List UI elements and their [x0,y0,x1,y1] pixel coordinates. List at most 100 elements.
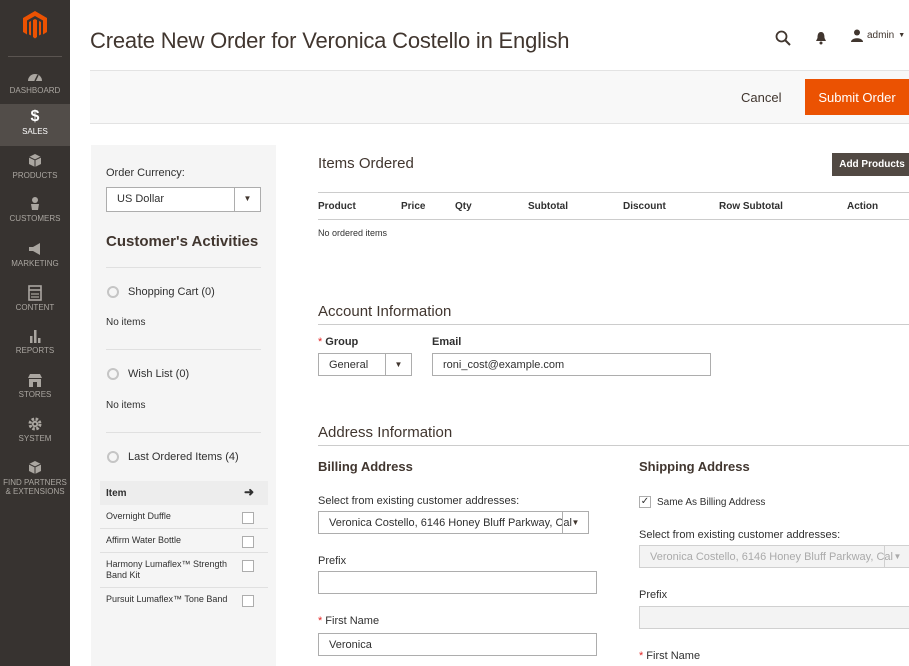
items-ordered-title: Items Ordered [318,155,414,172]
sidebar-item-reports[interactable]: REPORTS [0,328,70,358]
cancel-button[interactable]: Cancel [735,86,787,109]
item-name: Pursuit Lumaflex™ Tone Band [106,594,228,604]
address-information-title: Address Information [318,424,453,441]
same-as-billing-row: ✓ Same As Billing Address [639,496,765,508]
sidebar-divider [8,56,62,57]
add-item-checkbox[interactable] [242,560,254,572]
search-icon[interactable] [775,30,791,46]
sidebar-item-customers[interactable]: CUSTOMERS [0,196,70,226]
shopping-cart-empty: No items [106,317,146,328]
chevron-down-icon: ▼ [884,546,909,567]
shipping-address-title: Shipping Address [639,459,750,474]
add-item-checkbox[interactable] [242,536,254,548]
sidebar-item-marketing[interactable]: MARKETING [0,241,70,271]
last-ordered-items-table: Item ➜ Overnight Duffle Affirm Water Bot… [100,481,268,611]
megaphone-icon [29,243,40,255]
column-header-qty: Qty [455,201,472,212]
shipping-first-name-label: * First Name [639,650,700,662]
email-field[interactable]: roni_cost@example.com [432,353,711,376]
sidebar-item-label: CUSTOMERS [9,214,61,223]
refresh-icon[interactable] [106,285,120,299]
shipping-prefix-label: Prefix [639,589,668,601]
shopping-cart-label: Shopping Cart (0) [128,286,215,298]
box-icon [28,461,42,474]
billing-first-name-field[interactable]: Veronica [318,633,597,656]
shopping-cart-header: Shopping Cart (0) [106,285,215,299]
last-ordered-header: Last Ordered Items (4) [106,450,239,464]
sidebar-item-products[interactable]: PRODUCTS [0,153,70,183]
chevron-down-icon: ▼ [385,354,411,375]
sidebar-item-label: SYSTEM [18,434,52,443]
add-products-button[interactable]: Add Products [832,153,909,176]
sidebar-item-content[interactable]: CONTENT [0,285,70,315]
group-label: * Group [318,336,358,348]
shipping-address-select[interactable]: Veronica Costello, 6146 Honey Bluff Park… [639,545,909,568]
sidebar-item-label: FIND PARTNERS & EXTENSIONS [3,478,67,496]
same-as-billing-checkbox[interactable]: ✓ [639,496,651,508]
wish-list-label: Wish List (0) [128,368,190,380]
order-currency-select[interactable]: US Dollar ▼ [106,187,261,212]
divider [106,432,261,433]
items-ordered-table: Product Price Qty Subtotal Discount Row … [318,192,909,238]
item-name: Overnight Duffle [106,511,171,521]
sidebar-item-stores[interactable]: STORES [0,372,70,402]
person-icon [31,197,39,210]
layout-icon [28,285,42,301]
user-menu[interactable]: admin ▼ [851,29,905,42]
sidebar-item-sales[interactable]: $ SALES [0,104,70,146]
shipping-first-name-label-text: First Name [646,650,701,662]
order-currency-label: Order Currency: [106,167,185,179]
required-marker: * [318,336,323,348]
magento-logo-icon[interactable] [22,10,48,40]
wish-list-header: Wish List (0) [106,367,189,381]
billing-select-label: Select from existing customer addresses: [318,495,520,507]
column-header-price: Price [401,201,426,212]
admin-sidebar: DASHBOARD $ SALES PRODUCTS CUSTOMERS MAR… [0,0,70,666]
same-as-billing-label: Same As Billing Address [657,496,766,508]
billing-address-value: Veronica Costello, 6146 Honey Bluff Park… [329,517,572,529]
billing-prefix-label: Prefix [318,555,347,567]
refresh-icon[interactable] [106,450,120,464]
last-ordered-label: Last Ordered Items (4) [128,451,239,463]
billing-address-select[interactable]: Veronica Costello, 6146 Honey Bluff Park… [318,511,589,534]
sidebar-item-dashboard[interactable]: DASHBOARD [0,68,70,98]
shipping-address-value: Veronica Costello, 6146 Honey Bluff Park… [650,551,893,563]
column-header-product: Product [318,201,356,212]
group-label-text: Group [325,336,359,348]
sidebar-item-label: STORES [18,390,52,399]
bar-chart-icon [30,330,41,343]
user-icon [851,29,863,42]
chevron-down-icon: ▼ [898,32,906,39]
column-header-discount: Discount [623,201,666,212]
item-name: Harmony Lumaflex™ Strength Band Kit [106,559,228,580]
customer-activities-panel: Order Currency: US Dollar ▼ Customer's A… [91,145,276,666]
item-name: Affirm Water Bottle [106,535,182,545]
table-header: Item ➜ [100,481,268,505]
refresh-icon[interactable] [106,367,120,381]
column-header-action: Action [847,201,879,212]
bell-icon[interactable] [815,31,827,45]
sidebar-item-find-partners[interactable]: FIND PARTNERS & EXTENSIONS [0,460,70,500]
billing-prefix-field[interactable] [318,571,597,594]
dashboard-icon [28,74,42,82]
add-item-checkbox[interactable] [242,512,254,524]
sidebar-item-label: DASHBOARD [9,86,61,95]
table-row: Harmony Lumaflex™ Strength Band Kit [100,553,268,588]
shipping-prefix-field[interactable] [639,606,909,629]
required-marker: * [639,650,644,662]
billing-address-title: Billing Address [318,459,413,474]
billing-first-name-label: * First Name [318,615,379,627]
submit-order-button[interactable]: Submit Order [805,79,909,115]
divider [106,267,261,268]
add-item-checkbox[interactable] [242,595,254,607]
sidebar-item-system[interactable]: SYSTEM [0,416,70,446]
cube-icon [28,154,42,167]
group-value: General [329,359,369,371]
table-header: Product Price Qty Subtotal Discount Row … [318,192,909,220]
sidebar-item-label: PRODUCTS [12,171,58,180]
customer-activities-title: Customer's Activities [106,233,259,250]
user-name: admin [867,30,895,41]
group-select[interactable]: General ▼ [318,353,412,376]
item-column-header: Item [106,487,127,499]
divider [318,324,909,325]
